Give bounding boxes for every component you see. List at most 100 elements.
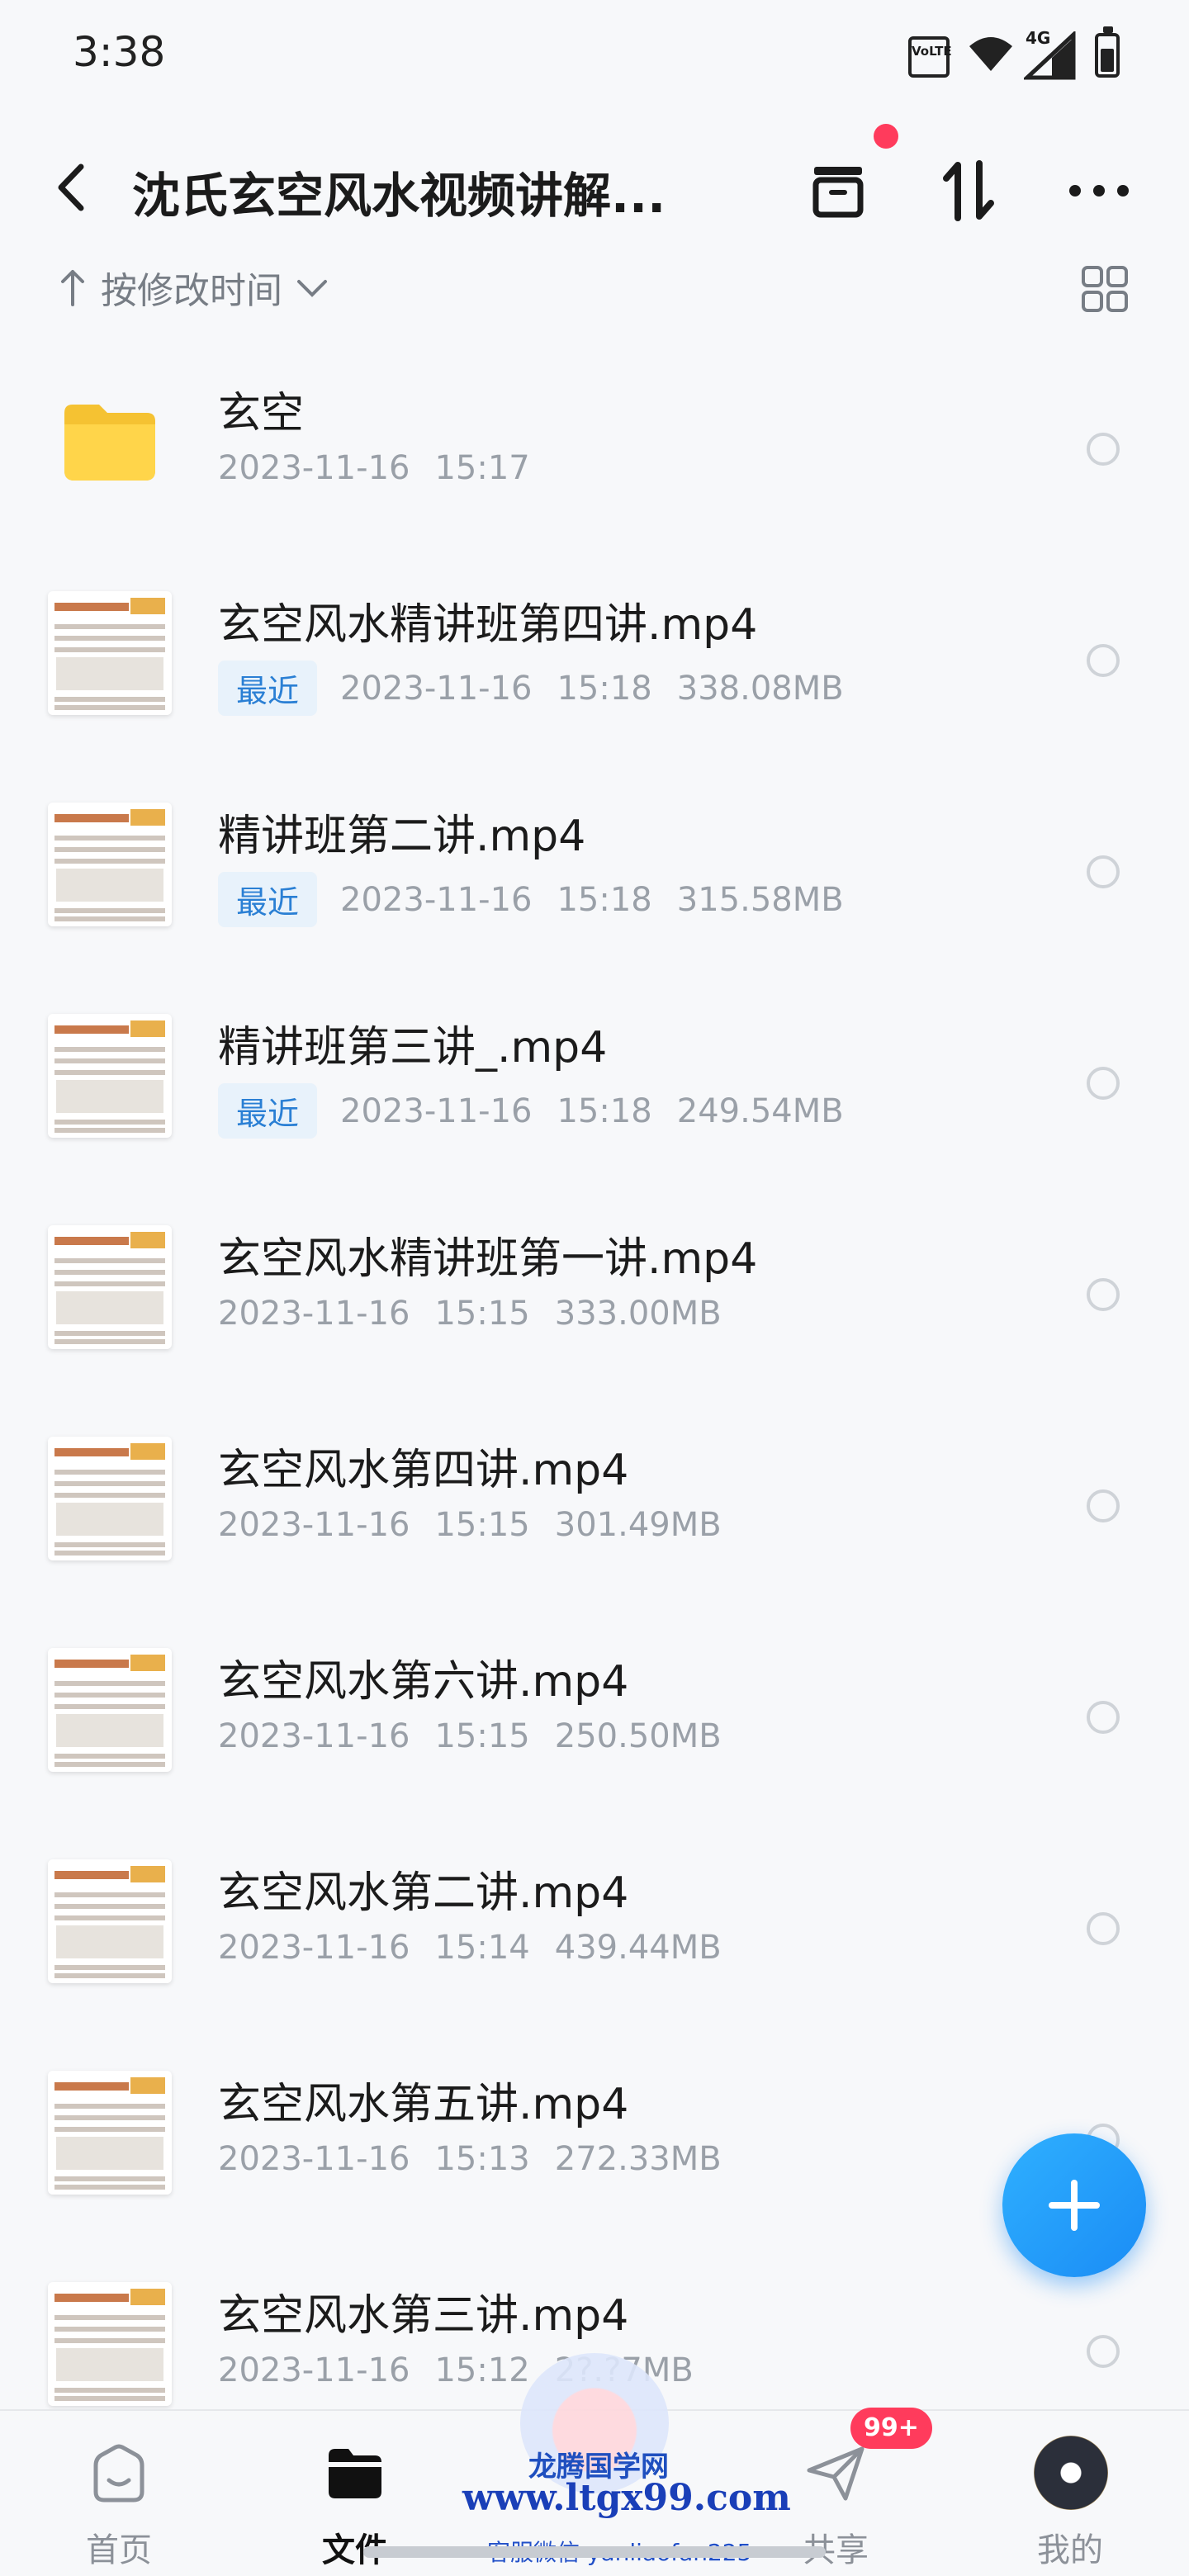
select-radio[interactable]	[1087, 1912, 1120, 1945]
file-name: 精讲班第二讲.mp4	[218, 812, 586, 861]
file-name: 玄空风水第六讲.mp4	[218, 1657, 629, 1707]
file-meta: 2023-11-16 15:13 272.33MB	[218, 2140, 722, 2178]
volte-icon: VoLTE	[908, 36, 952, 78]
file-name: 玄空风水第二讲.mp4	[218, 1868, 629, 1918]
file-row[interactable]: 玄空风水精讲班第一讲.mp4 2023-11-16 15:15 333.00MB	[0, 1192, 1189, 1403]
file-name: 玄空风水第五讲.mp4	[218, 2080, 629, 2129]
file-name: 玄空风水精讲班第四讲.mp4	[218, 600, 758, 650]
sort-bar: 按修改时间	[0, 256, 1189, 322]
file-size: 249.54MB	[676, 1091, 844, 1130]
file-time: 15:18	[557, 1091, 652, 1130]
home-icon	[93, 2444, 144, 2503]
file-meta: 2023-11-16 15:14 439.44MB	[218, 1929, 722, 1967]
watermark-url: www.ltgx99.com	[462, 2477, 791, 2519]
file-name: 玄空风水第四讲.mp4	[218, 1446, 629, 1495]
status-bar: 3:38 VoLTE 4G	[0, 0, 1189, 107]
recent-badge: 最近	[218, 1083, 318, 1139]
file-row[interactable]: 玄空风水精讲班第四讲.mp4 最近 2023-11-16 15:18 338.08MB	[0, 558, 1189, 769]
select-radio[interactable]	[1087, 1067, 1120, 1100]
sort-by-modified-button[interactable]: 按修改时间	[58, 261, 330, 314]
archive-icon[interactable]	[801, 154, 875, 228]
send-icon	[807, 2446, 865, 2501]
arrow-up-icon	[61, 270, 84, 306]
file-name: 精讲班第三讲_.mp4	[218, 1023, 608, 1073]
file-date: 2023-11-16	[218, 1717, 410, 1755]
add-button[interactable]	[1002, 2133, 1146, 2277]
video-thumbnail	[48, 2071, 172, 2195]
file-size: 301.49MB	[554, 1506, 722, 1544]
battery-icon	[1095, 26, 1120, 78]
file-date: 2023-11-16	[340, 669, 533, 708]
file-time: 15:13	[434, 2140, 530, 2178]
video-thumbnail	[48, 1859, 172, 1983]
new-indicator-dot	[874, 124, 898, 149]
file-size: 250.50MB	[554, 1717, 722, 1755]
file-meta: 最近 2023-11-16 15:18 315.58MB	[218, 872, 844, 927]
select-radio[interactable]	[1087, 433, 1120, 466]
file-size: 439.44MB	[554, 1929, 722, 1967]
file-meta: 最近 2023-11-16 15:18 249.54MB	[218, 1083, 844, 1139]
file-size: 315.58MB	[676, 880, 844, 919]
file-name: 玄空风水第三讲.mp4	[218, 2291, 629, 2341]
watermark: 龙腾国学网 www.ltgx99.com 客服微信 yanliaofan225	[462, 2353, 791, 2576]
file-row[interactable]: 玄空风水第二讲.mp4 2023-11-16 15:14 439.44MB	[0, 1826, 1189, 2037]
folder-row[interactable]: 玄空 2023-11-16 15:17	[0, 347, 1189, 557]
file-size: 338.08MB	[676, 669, 844, 708]
select-radio[interactable]	[1087, 1701, 1120, 1734]
tab-home[interactable]: 首页	[36, 2427, 201, 2569]
file-row[interactable]: 精讲班第三讲_.mp4 最近 2023-11-16 15:18 249.54MB	[0, 981, 1189, 1191]
file-time: 15:15	[434, 1717, 530, 1755]
video-thumbnail	[48, 803, 172, 926]
file-time: 15:15	[434, 1295, 530, 1333]
select-radio[interactable]	[1087, 1489, 1120, 1522]
video-thumbnail	[48, 591, 172, 715]
app-bar: 沈氏玄空风水视频讲解...	[0, 132, 1189, 248]
video-thumbnail	[48, 1225, 172, 1349]
network-type: 4G	[1026, 28, 1051, 48]
file-date: 2023-11-16	[340, 880, 533, 919]
file-date: 2023-11-16	[218, 1506, 410, 1544]
file-size: 272.33MB	[554, 2140, 722, 2178]
file-time: 15:18	[557, 880, 652, 919]
select-radio[interactable]	[1087, 2335, 1120, 2368]
home-indicator[interactable]	[363, 2546, 826, 2558]
file-meta: 2023-11-16 15:15 333.00MB	[218, 1295, 722, 1333]
file-name: 玄空	[218, 389, 305, 438]
file-meta: 2023-11-16 15:15 301.49MB	[218, 1506, 722, 1544]
file-row[interactable]: 玄空风水第六讲.mp4 2023-11-16 15:15 250.50MB	[0, 1615, 1189, 1825]
sort-label: 按修改时间	[101, 270, 282, 312]
file-date: 2023-11-16	[340, 1091, 533, 1130]
select-radio[interactable]	[1087, 1278, 1120, 1311]
back-arrow-icon[interactable]	[50, 159, 99, 216]
file-time: 15:18	[557, 669, 652, 708]
file-row[interactable]: 玄空风水第四讲.mp4 2023-11-16 15:15 301.49MB	[0, 1404, 1189, 1614]
video-thumbnail	[48, 2282, 172, 2406]
grid-view-icon[interactable]	[1078, 263, 1131, 315]
avatar-icon	[1034, 2436, 1108, 2510]
file-name: 玄空风水精讲班第一讲.mp4	[218, 1234, 758, 1284]
recent-badge: 最近	[218, 872, 318, 927]
sort-order-icon[interactable]	[931, 154, 1006, 228]
file-meta: 2023-11-16 15:17	[218, 449, 530, 487]
chevron-down-icon	[297, 280, 327, 297]
file-row[interactable]: 精讲班第二讲.mp4 最近 2023-11-16 15:18 315.58MB	[0, 769, 1189, 980]
tab-mine[interactable]: 我的	[988, 2427, 1153, 2569]
file-size: 333.00MB	[554, 1295, 722, 1333]
share-notification-badge: 99+	[850, 2408, 932, 2449]
video-thumbnail	[48, 1437, 172, 1560]
recent-badge: 最近	[218, 661, 318, 716]
select-radio[interactable]	[1087, 644, 1120, 677]
file-date: 2023-11-16	[218, 1295, 410, 1333]
file-date: 2023-11-16	[218, 2351, 410, 2389]
video-thumbnail	[48, 1014, 172, 1138]
folder-icon	[329, 2449, 381, 2498]
status-time: 3:38	[73, 28, 166, 76]
select-radio[interactable]	[1087, 855, 1120, 888]
page-title: 沈氏玄空风水视频讲解...	[132, 168, 666, 224]
more-options-icon[interactable]	[1062, 154, 1136, 228]
tab-home-label: 首页	[86, 2531, 152, 2569]
file-time: 15:15	[434, 1506, 530, 1544]
file-time: 15:14	[434, 1929, 530, 1967]
file-date: 2023-11-16	[218, 449, 410, 487]
video-thumbnail	[48, 1648, 172, 1772]
